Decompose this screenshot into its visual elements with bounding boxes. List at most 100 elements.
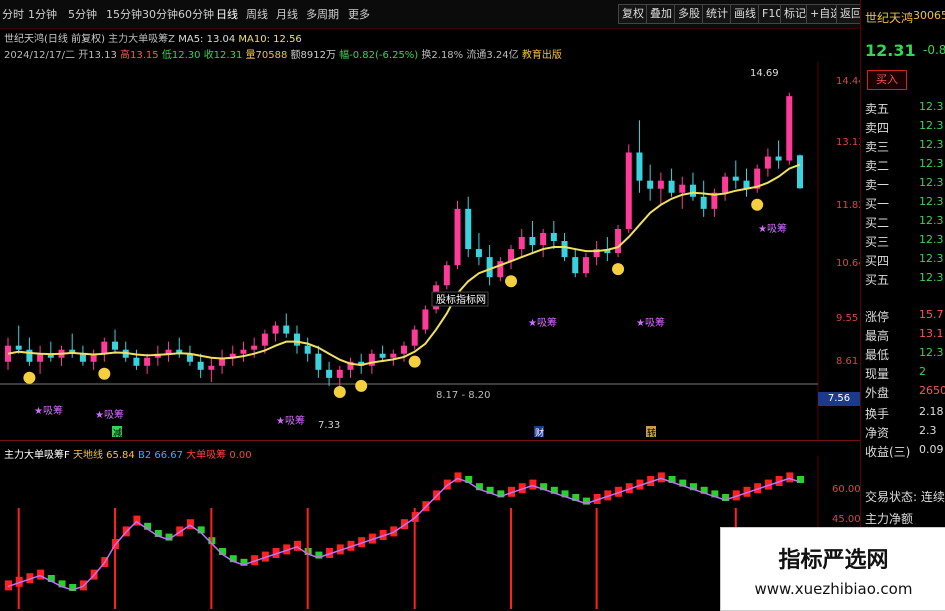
tab-daily[interactable]: 日线 xyxy=(216,6,238,22)
stock-name: 世纪天鸿 xyxy=(865,11,914,25)
candle-body xyxy=(283,325,290,334)
tab-monthly[interactable]: 月线 xyxy=(276,6,298,22)
volume: 量70588 xyxy=(245,50,288,61)
candle-body xyxy=(315,353,322,370)
orderbook-label: 卖二 xyxy=(865,159,890,173)
stats-button[interactable]: 统计 xyxy=(702,4,732,24)
tab-30min[interactable]: 30分钟 xyxy=(142,6,178,22)
last-price: 12.31 xyxy=(865,41,916,60)
orderbook-label: 卖五 xyxy=(865,102,890,116)
candle-body xyxy=(326,369,333,378)
tab-multi-period[interactable]: 多周期 xyxy=(306,6,339,22)
stat-value: 12.3 xyxy=(919,346,944,359)
candle-body xyxy=(251,345,258,350)
smiley-marker xyxy=(333,386,346,398)
candle-body xyxy=(390,353,397,358)
stat-label: 涨停 xyxy=(865,310,890,324)
ma5-value: MA5: 13.04 xyxy=(178,34,236,45)
smiley-marker xyxy=(505,275,518,288)
candle-body xyxy=(722,176,729,193)
stat-label: 最低 xyxy=(865,348,890,362)
indicator-axis-label: 45.00 xyxy=(832,514,860,525)
orderbook-label: 买二 xyxy=(865,216,890,230)
tab-weekly[interactable]: 周线 xyxy=(246,6,268,22)
candle-body xyxy=(379,353,386,358)
stat-label: 收益(三) xyxy=(865,445,911,459)
quote-panel: 世纪天鸿 30065 12.31 -0.82 买入 卖五 12.3 卖四 12.3 卖三… xyxy=(860,0,945,609)
center-watermark: 股标指标网 xyxy=(436,293,486,306)
buy-mark: ★吸筹 xyxy=(528,316,557,329)
watermark-title: 指标严选网 xyxy=(778,548,889,573)
date: 2024/12/17/二 xyxy=(4,50,76,61)
candle-body xyxy=(582,257,589,274)
low-label: 7.33 xyxy=(318,420,340,431)
tab-more[interactable]: 更多 xyxy=(348,6,370,22)
smiley-marker xyxy=(612,263,625,276)
buy-mark: ★吸筹 xyxy=(758,222,787,235)
candle-body xyxy=(261,333,268,346)
orderbook-label: 买五 xyxy=(865,273,890,287)
candle-body xyxy=(197,361,204,370)
orderbook-label: 卖三 xyxy=(865,140,890,154)
sector: 教育出版 xyxy=(521,50,562,61)
high: 高13.15 xyxy=(120,50,159,61)
stat-value: 15.7 xyxy=(919,308,944,321)
candle-body xyxy=(561,241,568,258)
candle-body xyxy=(443,265,450,286)
indicator-bar xyxy=(37,569,45,580)
tab-15min[interactable]: 15分钟 xyxy=(106,6,142,22)
open: 开13.13 xyxy=(78,50,117,61)
overlay-button[interactable]: 叠加 xyxy=(646,4,676,24)
candle-body xyxy=(208,365,215,370)
stat-value: 2.18 xyxy=(919,405,944,418)
ma-line xyxy=(7,163,801,366)
candle-body xyxy=(679,184,686,193)
candle-body xyxy=(15,345,22,350)
pane-divider xyxy=(0,440,860,441)
site-watermark: 指标严选网 www.xuezhibiao.com xyxy=(720,527,945,611)
tab-1min[interactable]: 1分钟 xyxy=(28,6,57,22)
adjust-button[interactable]: 复权 xyxy=(618,4,648,24)
price-change: -0.82 xyxy=(923,43,945,57)
candle-body xyxy=(732,176,739,181)
candle-body xyxy=(647,180,654,189)
candle-body xyxy=(615,228,622,254)
candle-body xyxy=(764,156,771,169)
candle-body xyxy=(293,333,300,346)
candle-body xyxy=(422,309,429,330)
period-toolbar: 分时 1分钟 5分钟 15分钟 30分钟 60分钟 日线 周线 月线 多周期 更… xyxy=(0,0,866,29)
tab-intraday[interactable]: 分时 xyxy=(2,6,24,22)
orderbook-value: 12.3 xyxy=(919,233,944,246)
stat-value: 2650 xyxy=(919,384,945,397)
candle-body xyxy=(304,345,311,354)
indicator-bar xyxy=(529,479,537,490)
stat-label: 最高 xyxy=(865,329,890,343)
orderbook-value: 12.3 xyxy=(919,214,944,227)
peak-label: 14.69 xyxy=(750,68,779,79)
candlestick-chart[interactable]: 14.69 7.33 8.17 - 8.20 股标指标网 ★吸筹 ★吸筹 ★吸筹… xyxy=(0,62,860,440)
candle-body xyxy=(625,152,632,229)
orderbook-label: 买三 xyxy=(865,235,890,249)
stat-label: 现量 xyxy=(865,367,890,381)
buy-mark: ★吸筹 xyxy=(636,316,665,329)
indicator-bar xyxy=(657,472,665,483)
candle-body xyxy=(475,249,482,258)
buy-button[interactable]: 买入 xyxy=(867,70,907,90)
candle-body xyxy=(240,349,247,354)
smiley-marker xyxy=(355,379,368,392)
candle-body xyxy=(272,325,279,334)
smiley-marker xyxy=(98,367,111,380)
draw-line-button[interactable]: 画线 xyxy=(730,4,760,24)
smiley-marker xyxy=(23,371,36,384)
candle-body xyxy=(572,257,579,274)
tab-5min[interactable]: 5分钟 xyxy=(68,6,97,22)
candle-body xyxy=(486,257,493,278)
multi-stock-button[interactable]: 多股 xyxy=(674,4,704,24)
tab-60min[interactable]: 60分钟 xyxy=(178,6,214,22)
candle-body xyxy=(636,152,643,181)
chart-title-line: 世纪天鸿(日线 前复权) 主力大单吸筹Z MA5: 13.04 MA10: 12… xyxy=(4,30,302,45)
candle-body xyxy=(657,180,664,189)
candle-body xyxy=(540,232,547,246)
event-tag: 财 xyxy=(535,427,544,439)
indicator-name[interactable]: 主力大单吸筹Z xyxy=(108,34,175,45)
